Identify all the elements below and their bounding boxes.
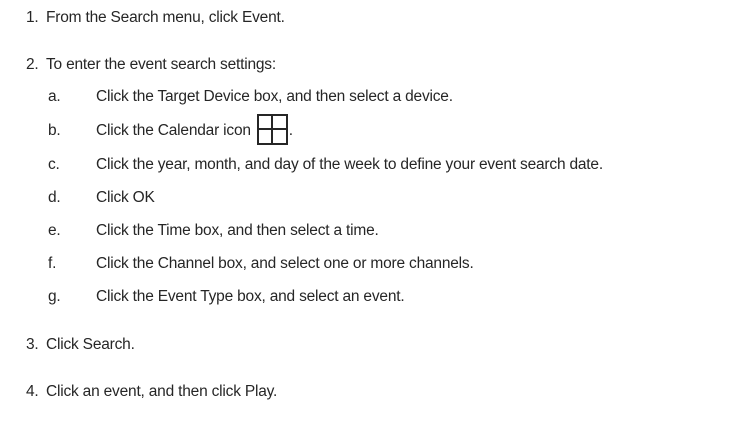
substep-text-wrap: Click the Calendar icon . <box>96 113 293 145</box>
instruction-document: 1. From the Search menu, click Event. 2.… <box>0 0 754 448</box>
substep-text: Click the Channel box, and select one or… <box>96 255 474 272</box>
substep-letter: b. <box>48 122 61 139</box>
substep-text: Click the Time box, and then select a ti… <box>96 222 379 239</box>
substep-text: Click OK <box>96 189 155 206</box>
substep-text: Click the year, month, and day of the we… <box>96 156 603 173</box>
step-text: To enter the event search settings: <box>46 56 276 73</box>
substep-letter: a. <box>48 88 61 105</box>
substep-text: Click the Calendar icon <box>96 122 251 139</box>
substep-text: Click the Event Type box, and select an … <box>96 288 405 305</box>
step-text: From the Search menu, click Event. <box>46 9 285 26</box>
substep-letter: f. <box>48 255 57 272</box>
substep-letter: g. <box>48 288 61 305</box>
step-text: Click an event, and then click Play. <box>46 383 278 400</box>
substep-letter: d. <box>48 189 61 206</box>
substep-suffix: . <box>288 122 293 139</box>
substep-letter: c. <box>48 156 60 173</box>
substep-letter: e. <box>48 222 61 239</box>
step-text: Click Search. <box>46 336 135 353</box>
calendar-icon <box>256 113 288 145</box>
substep-text: Click the Target Device box, and then se… <box>96 88 453 105</box>
